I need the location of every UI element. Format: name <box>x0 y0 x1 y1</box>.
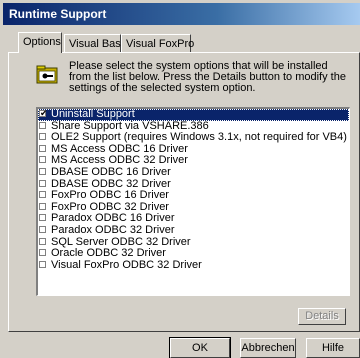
list-item[interactable]: DBASE ODBC 16 Driver <box>38 165 349 179</box>
list-item-label: DBASE ODBC 16 Driver <box>51 165 171 178</box>
checkbox[interactable] <box>39 214 46 222</box>
checkbox[interactable] <box>39 179 46 187</box>
cancel-button[interactable]: Abbrechen <box>240 338 296 358</box>
instructions-text: Please select the system options that wi… <box>69 60 346 94</box>
list-item[interactable]: Oracle ODBC 32 Driver <box>38 248 349 260</box>
details-button[interactable]: Details <box>298 308 346 325</box>
list-item[interactable]: Paradox ODBC 32 Driver <box>38 223 349 237</box>
checkmark-icon: ✔ <box>40 108 48 118</box>
system-options-list[interactable]: ✔ Uninstall Support Share Support via VSHA… <box>36 107 350 296</box>
checkbox[interactable] <box>39 260 46 268</box>
checkbox[interactable]: ✔ <box>39 108 48 118</box>
window-title: Runtime Support <box>3 3 360 25</box>
checkbox[interactable] <box>39 144 46 152</box>
list-item[interactable]: FoxPro ODBC 16 Driver <box>38 190 349 202</box>
runtime-support-dialog: Runtime Support Options Visual Basic Vis… <box>0 0 360 358</box>
checkbox[interactable] <box>39 225 46 233</box>
ok-button[interactable]: OK <box>169 337 231 358</box>
list-item-label: FoxPro ODBC 16 Driver <box>51 189 169 202</box>
list-item[interactable]: ✔ Uninstall Support <box>38 109 349 121</box>
list-item-label: Oracle ODBC 32 Driver <box>51 247 166 260</box>
checkbox[interactable] <box>39 202 46 210</box>
tab-visual-basic[interactable]: Visual Basic <box>64 34 129 52</box>
checkbox[interactable] <box>39 156 46 164</box>
checkbox[interactable] <box>39 249 46 257</box>
checkbox[interactable] <box>39 121 46 129</box>
folder-key-icon <box>36 65 58 84</box>
tab-options[interactable]: Options <box>18 32 62 53</box>
tab-visual-foxpro[interactable]: Visual FoxPro <box>121 34 194 52</box>
list-item-label: Visual FoxPro ODBC 32 Driver <box>51 258 202 271</box>
list-item-label: Uninstall Support <box>51 108 135 120</box>
checkbox[interactable] <box>39 133 46 141</box>
checkbox[interactable] <box>39 237 46 245</box>
help-button[interactable]: Hilfe <box>306 338 360 358</box>
list-item-label: Paradox ODBC 32 Driver <box>51 223 175 236</box>
list-item[interactable]: Visual FoxPro ODBC 32 Driver <box>38 258 349 272</box>
checkbox[interactable] <box>39 167 46 175</box>
checkbox[interactable] <box>39 191 46 199</box>
dialog-edge <box>0 25 8 358</box>
